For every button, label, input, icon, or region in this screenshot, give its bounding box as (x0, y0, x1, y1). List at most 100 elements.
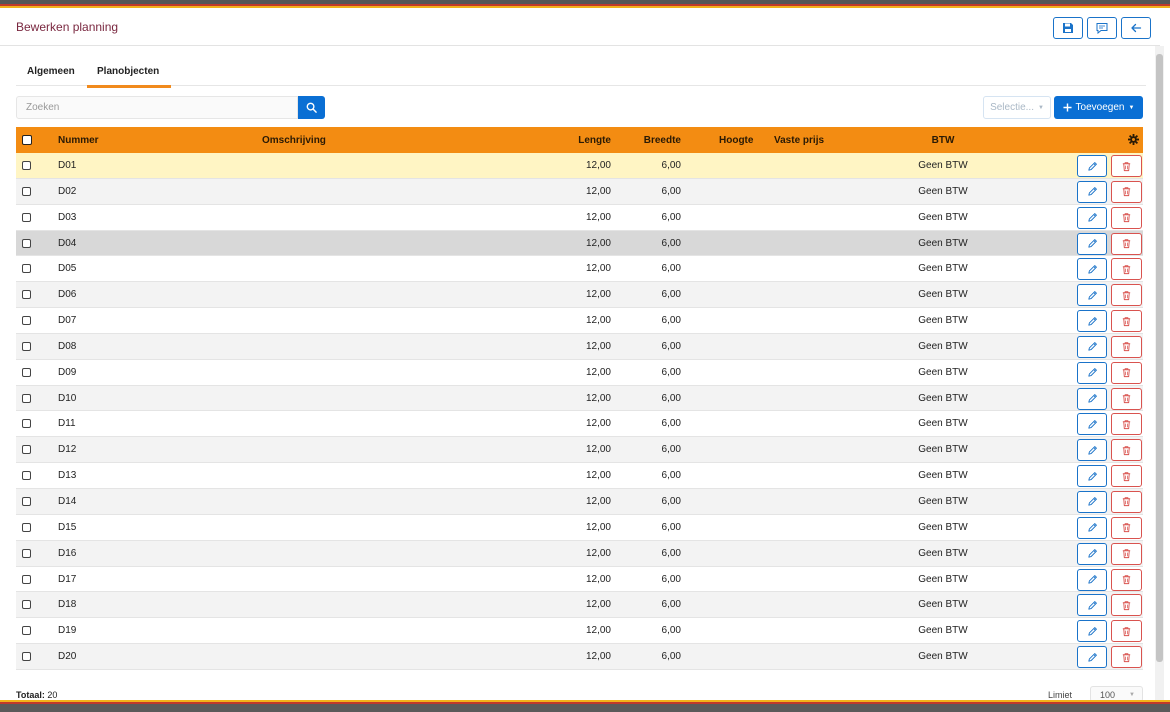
row-checkbox[interactable] (22, 652, 31, 662)
row-checkbox[interactable] (22, 574, 31, 584)
delete-button[interactable] (1111, 335, 1142, 358)
edit-button[interactable] (1077, 542, 1107, 565)
delete-button[interactable] (1111, 361, 1142, 384)
edit-button[interactable] (1077, 258, 1107, 281)
save-button[interactable] (1053, 17, 1083, 39)
row-checkbox[interactable] (22, 445, 31, 455)
table-row[interactable]: D14 12,00 6,00 Geen BTW (16, 488, 1143, 515)
col-lengte[interactable]: Lengte (556, 135, 611, 146)
col-hoogte[interactable]: Hoogte (719, 135, 753, 146)
delete-button[interactable] (1111, 439, 1142, 462)
delete-button[interactable] (1111, 594, 1142, 617)
col-btw[interactable]: BTW (896, 135, 990, 146)
edit-button[interactable] (1077, 646, 1107, 669)
table-row[interactable]: D09 12,00 6,00 Geen BTW (16, 359, 1143, 386)
edit-button[interactable] (1077, 413, 1107, 436)
row-checkbox[interactable] (22, 496, 31, 506)
table-row[interactable]: D07 12,00 6,00 Geen BTW (16, 308, 1143, 334)
delete-button[interactable] (1111, 620, 1142, 643)
table-row[interactable]: D18 12,00 6,00 Geen BTW (16, 592, 1143, 619)
tab-planobjecten[interactable]: Planobjecten (87, 66, 172, 88)
edit-button[interactable] (1077, 439, 1107, 462)
delete-button[interactable] (1111, 646, 1142, 669)
table-row[interactable]: D17 12,00 6,00 Geen BTW (16, 566, 1143, 593)
row-checkbox[interactable] (22, 264, 31, 274)
table-row[interactable]: D15 12,00 6,00 Geen BTW (16, 514, 1143, 541)
delete-button[interactable] (1111, 258, 1142, 281)
edit-button[interactable] (1077, 232, 1107, 255)
edit-button[interactable] (1077, 180, 1107, 203)
delete-button[interactable] (1111, 155, 1142, 177)
table-row[interactable]: D16 12,00 6,00 Geen BTW (16, 540, 1143, 567)
delete-button[interactable] (1111, 542, 1142, 565)
comment-button[interactable] (1087, 17, 1117, 39)
table-row[interactable]: D06 12,00 6,00 Geen BTW (16, 282, 1143, 309)
edit-button[interactable] (1077, 568, 1107, 591)
page-scrollbar[interactable] (1155, 46, 1164, 700)
select-all-checkbox[interactable] (22, 135, 32, 145)
edit-button[interactable] (1077, 516, 1107, 539)
delete-button[interactable] (1111, 206, 1142, 229)
edit-button[interactable] (1077, 284, 1107, 307)
delete-button[interactable] (1111, 516, 1142, 539)
scrollbar-thumb[interactable] (1156, 54, 1163, 662)
row-checkbox[interactable] (22, 341, 31, 351)
table-row[interactable]: D05 12,00 6,00 Geen BTW (16, 256, 1143, 283)
edit-button[interactable] (1077, 387, 1107, 410)
delete-button[interactable] (1111, 180, 1142, 203)
row-checkbox[interactable] (22, 393, 31, 403)
table-row[interactable]: D20 12,00 6,00 Geen BTW (16, 644, 1143, 670)
row-checkbox[interactable] (22, 419, 31, 429)
row-checkbox[interactable] (22, 471, 31, 481)
delete-button[interactable] (1111, 284, 1142, 307)
add-button[interactable]: Toevoegen ▼ (1054, 96, 1143, 119)
edit-button[interactable] (1077, 310, 1107, 333)
row-checkbox[interactable] (22, 290, 31, 300)
table-row[interactable]: D13 12,00 6,00 Geen BTW (16, 463, 1143, 489)
edit-button[interactable] (1077, 620, 1107, 643)
delete-button[interactable] (1111, 310, 1142, 333)
table-row[interactable]: D02 12,00 6,00 Geen BTW (16, 178, 1143, 205)
row-checkbox[interactable] (22, 600, 31, 610)
row-checkbox[interactable] (22, 522, 31, 532)
delete-button[interactable] (1111, 232, 1142, 255)
delete-button[interactable] (1111, 568, 1142, 591)
table-row[interactable]: D04 12,00 6,00 Geen BTW (16, 230, 1143, 257)
edit-button[interactable] (1077, 594, 1107, 617)
row-checkbox[interactable] (22, 626, 31, 636)
delete-button[interactable] (1111, 490, 1142, 513)
selection-dropdown[interactable]: Selectie... ▼ (983, 96, 1051, 119)
table-row[interactable]: D01 12,00 6,00 Geen BTW (16, 153, 1143, 179)
row-checkbox[interactable] (22, 238, 31, 248)
tab-algemeen[interactable]: Algemeen (27, 66, 75, 85)
table-row[interactable]: D11 12,00 6,00 Geen BTW (16, 411, 1143, 438)
delete-button[interactable] (1111, 413, 1142, 436)
col-nummer[interactable]: Nummer (58, 135, 99, 146)
edit-button[interactable] (1077, 490, 1107, 513)
table-row[interactable]: D10 12,00 6,00 Geen BTW (16, 385, 1143, 412)
table-row[interactable]: D19 12,00 6,00 Geen BTW (16, 618, 1143, 645)
edit-button[interactable] (1077, 335, 1107, 358)
back-button[interactable] (1121, 17, 1151, 39)
col-breedte[interactable]: Breedte (626, 135, 681, 146)
row-checkbox[interactable] (22, 367, 31, 377)
edit-button[interactable] (1077, 206, 1107, 229)
col-omschrijving[interactable]: Omschrijving (262, 135, 326, 146)
gear-icon[interactable] (1128, 134, 1139, 145)
row-checkbox[interactable] (22, 161, 31, 170)
edit-button[interactable] (1077, 361, 1107, 384)
edit-button[interactable] (1077, 155, 1107, 177)
row-checkbox[interactable] (22, 316, 31, 326)
table-row[interactable]: D08 12,00 6,00 Geen BTW (16, 333, 1143, 360)
search-button[interactable] (298, 96, 325, 119)
row-checkbox[interactable] (22, 548, 31, 558)
table-row[interactable]: D12 12,00 6,00 Geen BTW (16, 437, 1143, 464)
col-vaste-prijs[interactable]: Vaste prijs (774, 135, 824, 146)
edit-button[interactable] (1077, 465, 1107, 488)
row-checkbox[interactable] (22, 212, 31, 222)
row-checkbox[interactable] (22, 186, 31, 196)
delete-button[interactable] (1111, 387, 1142, 410)
delete-button[interactable] (1111, 465, 1142, 488)
search-input[interactable] (16, 96, 298, 119)
table-row[interactable]: D03 12,00 6,00 Geen BTW (16, 204, 1143, 231)
